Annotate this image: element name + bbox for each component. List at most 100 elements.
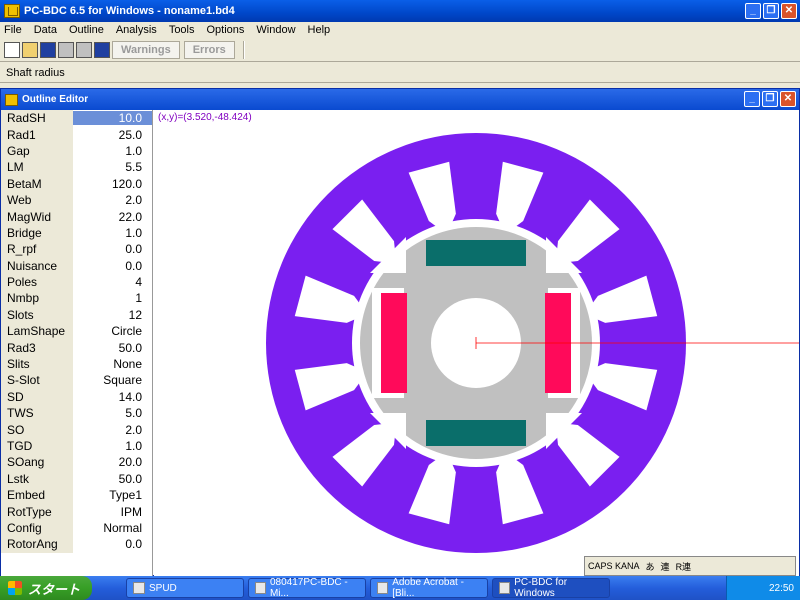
param-name: Nmbp [1, 290, 73, 307]
taskbar-item-pcbdc[interactable]: PC-BDC for Windows [492, 577, 610, 599]
param-value[interactable]: 14.0 [73, 390, 152, 404]
param-value[interactable]: 20.0 [73, 455, 152, 469]
menu-data[interactable]: Data [34, 24, 57, 36]
param-row-rad3[interactable]: Rad3 50.0 [1, 339, 152, 356]
window-icon [5, 93, 18, 106]
param-name: Web [1, 191, 73, 209]
open-folder-icon[interactable] [22, 41, 38, 58]
param-value[interactable]: 50.0 [73, 472, 152, 486]
param-row-nmbp[interactable]: Nmbp 1 [1, 290, 152, 307]
param-row-so[interactable]: SO 2.0 [1, 421, 152, 438]
param-row-web[interactable]: Web 2.0 [1, 191, 152, 209]
param-row-radsh[interactable]: RadSH 10.0 [1, 110, 152, 127]
param-row-magwid[interactable]: MagWid 22.0 [1, 208, 152, 225]
taskbar-item-spud[interactable]: SPUD [126, 578, 244, 598]
taskbar-item-acrobat[interactable]: Adobe Acrobat - [Bli... [370, 577, 488, 599]
warnings-button[interactable]: Warnings [112, 40, 180, 59]
param-name: TGD [1, 437, 73, 455]
param-row-tws[interactable]: TWS 5.0 [1, 405, 152, 422]
print-preview-icon[interactable] [76, 41, 92, 58]
parameter-list: RadSH 10.0 Rad1 25.0 Gap 1.0 LM 5.5 BetaM 120.0 We… [1, 110, 153, 576]
ime-mode[interactable]: あ [646, 560, 655, 573]
param-name: Poles [1, 273, 73, 291]
restore-icon[interactable]: ❐ [763, 3, 779, 19]
child-window-controls: _ ❐ ✕ [744, 91, 796, 107]
param-value[interactable]: 50.0 [73, 341, 152, 355]
param-row-rottype[interactable]: RotType IPM [1, 503, 152, 520]
motor-drawing-canvas[interactable]: (x,y)=(3.520,-48.424) [154, 110, 799, 576]
param-value[interactable]: Normal [73, 521, 152, 535]
param-row-rotorang[interactable]: RotorAng 0.0 [1, 536, 152, 553]
param-value[interactable]: None [73, 357, 152, 371]
param-row-r-rpf[interactable]: R_rpf 0.0 [1, 241, 152, 258]
menu-window[interactable]: Window [256, 24, 295, 36]
param-row-lamshape[interactable]: LamShape Circle [1, 323, 152, 340]
param-row-rad1[interactable]: Rad1 25.0 [1, 126, 152, 143]
param-value[interactable]: 2.0 [73, 423, 152, 437]
print-icon[interactable] [58, 41, 74, 58]
param-row-tgd[interactable]: TGD 1.0 [1, 437, 152, 455]
param-name: SO [1, 421, 73, 438]
param-row-lstk[interactable]: Lstk 50.0 [1, 470, 152, 487]
start-button[interactable]: スタート [0, 576, 92, 600]
clock[interactable]: 22:50 [769, 583, 794, 594]
param-value[interactable]: Square [73, 373, 152, 387]
param-value[interactable]: 4 [73, 275, 152, 289]
param-row-slits[interactable]: Slits None [1, 355, 152, 373]
ime-rconv[interactable]: R連 [676, 560, 692, 573]
menu-analysis[interactable]: Analysis [116, 24, 157, 36]
param-value[interactable]: Circle [73, 324, 152, 338]
new-file-icon[interactable] [4, 41, 20, 58]
menu-help[interactable]: Help [308, 24, 331, 36]
close-icon[interactable]: ✕ [781, 3, 797, 19]
param-value[interactable]: 22.0 [73, 210, 152, 224]
param-value[interactable]: 1.0 [73, 226, 152, 240]
param-value[interactable]: 5.5 [73, 160, 152, 174]
param-value[interactable]: 1 [73, 291, 152, 305]
param-row-sd[interactable]: SD 14.0 [1, 388, 152, 406]
param-value[interactable]: 1.0 [73, 144, 152, 158]
param-row-embed[interactable]: Embed Type1 [1, 486, 152, 504]
param-value[interactable]: 25.0 [73, 128, 152, 142]
param-value[interactable]: 0.0 [73, 242, 152, 256]
param-value[interactable]: 5.0 [73, 406, 152, 420]
menu-file[interactable]: File [4, 24, 22, 36]
param-value[interactable]: 12 [73, 308, 152, 322]
param-value[interactable]: 0.0 [73, 259, 152, 273]
menu-tools[interactable]: Tools [169, 24, 195, 36]
outline-editor-window: Outline Editor _ ❐ ✕ RadSH 10.0 Rad1 25.0 Ga… [0, 88, 800, 576]
ime-toolbar[interactable]: CAPS KANA あ 連 R連 [584, 556, 796, 576]
run-icon[interactable] [94, 41, 110, 58]
param-name: RotType [1, 503, 73, 520]
param-row-bridge[interactable]: Bridge 1.0 [1, 224, 152, 242]
close-icon[interactable]: ✕ [780, 91, 796, 107]
param-row-slots[interactable]: Slots 12 [1, 306, 152, 324]
param-row-s-slot[interactable]: S-Slot Square [1, 372, 152, 389]
errors-button[interactable]: Errors [183, 40, 235, 59]
param-value[interactable]: 120.0 [73, 177, 152, 191]
ime-conv[interactable]: 連 [661, 560, 670, 573]
save-icon[interactable] [40, 41, 56, 58]
param-value[interactable]: IPM [73, 505, 152, 519]
menu-outline[interactable]: Outline [69, 24, 104, 36]
param-value[interactable]: 1.0 [73, 439, 152, 453]
param-row-nuisance[interactable]: Nuisance 0.0 [1, 257, 152, 274]
param-name: LM [1, 159, 73, 176]
app-title-bar[interactable]: PC-BDC 6.5 for Windows - noname1.bd4 _ ❐… [0, 0, 800, 22]
minimize-icon[interactable]: _ [745, 3, 761, 19]
param-value[interactable]: Type1 [73, 488, 152, 502]
taskbar-item-word[interactable]: 080417PC-BDC - Mi... [248, 577, 366, 599]
param-value[interactable]: 10.0 [73, 111, 152, 126]
menu-options[interactable]: Options [207, 24, 245, 36]
outline-editor-title-bar[interactable]: Outline Editor _ ❐ ✕ [1, 89, 799, 110]
param-row-soang[interactable]: SOang 20.0 [1, 454, 152, 471]
param-row-config[interactable]: Config Normal [1, 519, 152, 537]
param-value[interactable]: 0.0 [73, 537, 152, 551]
param-row-betam[interactable]: BetaM 120.0 [1, 175, 152, 192]
param-row-gap[interactable]: Gap 1.0 [1, 142, 152, 160]
param-row-poles[interactable]: Poles 4 [1, 273, 152, 291]
minimize-icon[interactable]: _ [744, 91, 760, 107]
param-value[interactable]: 2.0 [73, 193, 152, 207]
param-row-lm[interactable]: LM 5.5 [1, 159, 152, 176]
restore-icon[interactable]: ❐ [762, 91, 778, 107]
